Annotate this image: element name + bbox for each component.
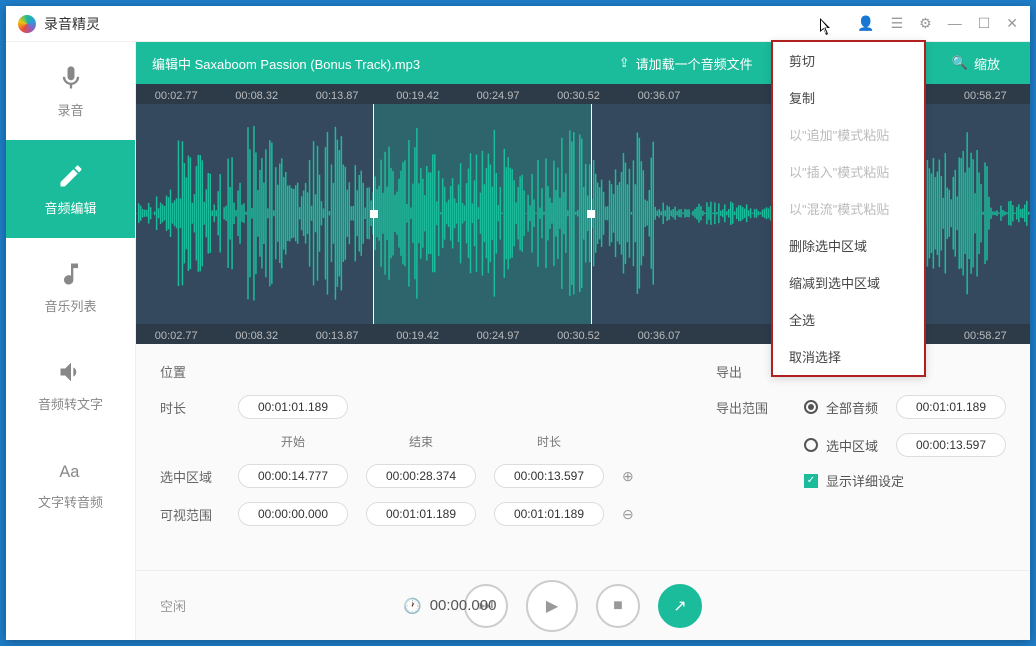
sidebar-item-record[interactable]: 录音: [6, 42, 135, 140]
search-icon: 🔍: [952, 55, 968, 71]
menu-trim-to-selection[interactable]: 缩减到选中区域: [773, 264, 924, 301]
vis-start-value: 00:00:00.000: [238, 502, 348, 526]
sidebar-item-audio-to-text[interactable]: 音频转文字: [6, 336, 135, 434]
edit-dropdown: 剪切 复制 以"追加"模式粘贴 以"插入"模式粘贴 以"混流"模式粘贴 删除选中…: [771, 42, 926, 377]
export-sel-value: 00:00:13.597: [896, 433, 1006, 457]
minimize-icon[interactable]: —: [948, 15, 962, 32]
titlebar: 录音精灵 👤 ☰ ⚙ — ☐ ✕: [6, 6, 1030, 42]
sidebar: 录音 音频编辑 音乐列表 音频转文字 Aa 文字转音频: [6, 42, 136, 640]
mic-icon: [57, 64, 85, 92]
sidebar-item-text-to-audio[interactable]: Aa 文字转音频: [6, 434, 135, 532]
load-file-button[interactable]: ⇪ 请加载一个音频文件: [605, 50, 767, 77]
end-header: 结束: [366, 433, 476, 450]
radio-all-audio[interactable]: 全部音频: [804, 398, 878, 417]
app-logo-icon: [18, 15, 36, 33]
editing-file-label: 编辑中 Saxaboom Passion (Bonus Track).mp3: [152, 54, 597, 73]
selection-handle-right[interactable]: [587, 210, 595, 218]
sidebar-item-label: 音频编辑: [44, 198, 96, 217]
toolbar: 编辑中 Saxaboom Passion (Bonus Track).mp3 ⇪…: [136, 42, 1030, 84]
export-label: 导出: [716, 362, 776, 381]
user-icon[interactable]: 👤: [857, 15, 874, 32]
radio-dot-icon: [804, 400, 818, 414]
zoom-in-icon[interactable]: ⊕: [622, 468, 634, 485]
menu-deselect[interactable]: 取消选择: [773, 338, 924, 375]
sidebar-item-label: 音乐列表: [44, 296, 96, 315]
menu-paste-mix[interactable]: 以"混流"模式粘贴: [773, 190, 924, 227]
svg-text:Aa: Aa: [59, 463, 80, 481]
gear-icon[interactable]: ⚙: [919, 15, 932, 32]
zoom-menu-button[interactable]: 🔍 缩放: [938, 50, 1014, 77]
vis-end-value: 00:01:01.189: [366, 502, 476, 526]
main-area: 编辑中 Saxaboom Passion (Bonus Track).mp3 ⇪…: [136, 42, 1030, 640]
clock-icon: 🕐: [403, 597, 422, 615]
stop-button[interactable]: ■: [596, 584, 640, 628]
menu-paste-insert[interactable]: 以"插入"模式粘贴: [773, 153, 924, 190]
sidebar-item-label: 文字转音频: [38, 492, 103, 511]
sel-end-value[interactable]: 00:00:28.374: [366, 464, 476, 488]
menu-cut[interactable]: 剪切: [773, 42, 924, 79]
aa-icon: Aa: [57, 456, 85, 484]
play-button[interactable]: ▶: [526, 580, 578, 632]
play-time: 🕐 00:00.000: [403, 597, 496, 615]
show-detail-checkbox[interactable]: ✓ 显示详细设定: [804, 471, 904, 490]
menu-select-all[interactable]: 全选: [773, 301, 924, 338]
selection-region[interactable]: [373, 104, 592, 324]
close-icon[interactable]: ✕: [1006, 15, 1018, 32]
upload-icon: ⇪: [619, 55, 630, 71]
sel-len-value: 00:00:13.597: [494, 464, 604, 488]
position-label: 位置: [160, 362, 220, 381]
sidebar-item-audio-edit[interactable]: 音频编辑: [6, 140, 135, 238]
app-window: 录音精灵 👤 ☰ ⚙ — ☐ ✕ 录音 音频编辑 音乐列表: [6, 6, 1030, 640]
menu-delete-selection[interactable]: 删除选中区域: [773, 227, 924, 264]
visible-label: 可视范围: [160, 505, 220, 524]
music-icon: [57, 260, 85, 288]
export-range-label: 导出范围: [716, 398, 786, 417]
info-panel: 位置 时长 00:01:01.189 开始 结束 时长 选中区域 00:00:1…: [136, 344, 1030, 570]
start-header: 开始: [238, 433, 348, 450]
zoom-out-icon[interactable]: ⊖: [622, 506, 634, 523]
pencil-icon: [57, 162, 85, 190]
export-all-value: 00:01:01.189: [896, 395, 1006, 419]
radio-dot-icon: [804, 438, 818, 452]
menu-copy[interactable]: 复制: [773, 79, 924, 116]
duration-label: 时长: [160, 398, 220, 417]
status-idle: 空闲: [160, 596, 186, 615]
length-header: 时长: [494, 433, 604, 450]
checkbox-icon: ✓: [804, 474, 818, 488]
sidebar-item-label: 音频转文字: [38, 394, 103, 413]
list-icon[interactable]: ☰: [891, 15, 904, 32]
export-button[interactable]: ↗: [658, 584, 702, 628]
sidebar-item-label: 录音: [57, 100, 83, 119]
selected-label: 选中区域: [160, 467, 220, 486]
total-duration-value: 00:01:01.189: [238, 395, 348, 419]
speaker-icon: [57, 358, 85, 386]
radio-selected-area[interactable]: 选中区域: [804, 436, 878, 455]
selection-handle-left[interactable]: [370, 210, 378, 218]
menu-paste-append[interactable]: 以"追加"模式粘贴: [773, 116, 924, 153]
maximize-icon[interactable]: ☐: [978, 15, 991, 32]
sidebar-item-music-list[interactable]: 音乐列表: [6, 238, 135, 336]
playbar: 空闲 🕐 00:00.000 ⏭ ▶ ■ ↗: [136, 570, 1030, 640]
app-title: 录音精灵: [44, 14, 857, 34]
sel-start-value[interactable]: 00:00:14.777: [238, 464, 348, 488]
vis-len-value: 00:01:01.189: [494, 502, 604, 526]
